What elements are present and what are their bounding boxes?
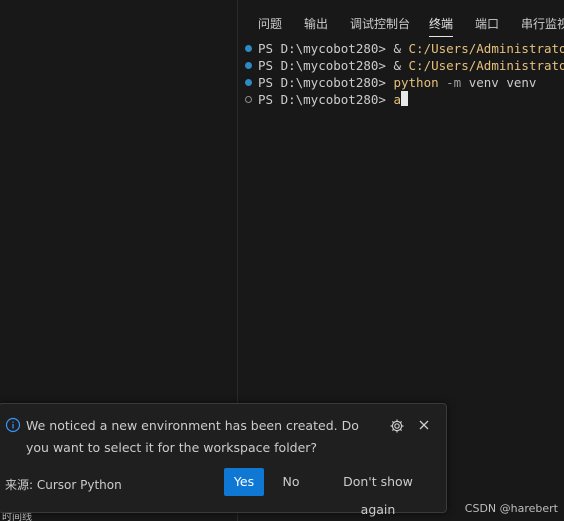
editor-window: 问题 输出 调试控制台 终端 端口 串行监视器 PS D:\mycobot280… [0, 0, 564, 521]
watermark: CSDN @harebert [464, 502, 558, 515]
notification-toast: We noticed a new environment has been cr… [0, 403, 447, 517]
command-text: & [393, 41, 409, 56]
command-args: venv venv [461, 75, 537, 90]
notification-source: 来源: Cursor Python [5, 478, 122, 492]
terminal-line: PS D:\mycobot280> python -m venv venv [238, 74, 564, 91]
command-success-icon[interactable] [245, 62, 252, 69]
gear-icon[interactable] [389, 418, 405, 434]
notification-message: We noticed a new environment has been cr… [26, 418, 359, 455]
current-input: a [393, 92, 401, 107]
terminal-cursor [401, 91, 408, 106]
command-path: C:/Users/Administrator/A [408, 58, 564, 73]
prompt: PS D:\mycobot280> [258, 58, 394, 73]
terminal-output[interactable]: PS D:\mycobot280> & C:/Users/Administrat… [238, 40, 564, 108]
command-success-icon[interactable] [245, 45, 252, 52]
tab-serial-monitor[interactable]: 串行监视器 [521, 10, 564, 38]
terminal-line: PS D:\mycobot280> & C:/Users/Administrat… [238, 40, 564, 57]
prompt: PS D:\mycobot280> [258, 75, 394, 90]
terminal-line: PS D:\mycobot280> a [238, 91, 564, 108]
prompt: PS D:\mycobot280> [258, 41, 394, 56]
no-button[interactable]: No [276, 468, 306, 496]
panel-tabs: 问题 输出 调试控制台 终端 端口 串行监视器 [238, 10, 564, 38]
command-success-icon[interactable] [245, 79, 252, 86]
tab-debug-console[interactable]: 调试控制台 [350, 10, 410, 38]
terminal-line: PS D:\mycobot280> & C:/Users/Administrat… [238, 57, 564, 74]
command-text: & [393, 58, 409, 73]
command-flag: -m [438, 75, 462, 90]
tab-output[interactable]: 输出 [304, 10, 328, 38]
tab-terminal[interactable]: 终端 [429, 10, 454, 38]
tab-ports[interactable]: 端口 [475, 10, 499, 38]
command-path: C:/Users/Administrator/A [408, 41, 564, 56]
yes-button[interactable]: Yes [224, 468, 264, 496]
command-name: python [393, 75, 439, 90]
tab-problems[interactable]: 问题 [258, 10, 282, 38]
prompt: PS D:\mycobot280> [258, 92, 394, 107]
dont-show-again-button[interactable]: Don't show again [328, 468, 428, 517]
close-icon[interactable] [417, 418, 431, 432]
command-pending-icon[interactable] [245, 96, 252, 103]
info-icon [5, 417, 21, 433]
